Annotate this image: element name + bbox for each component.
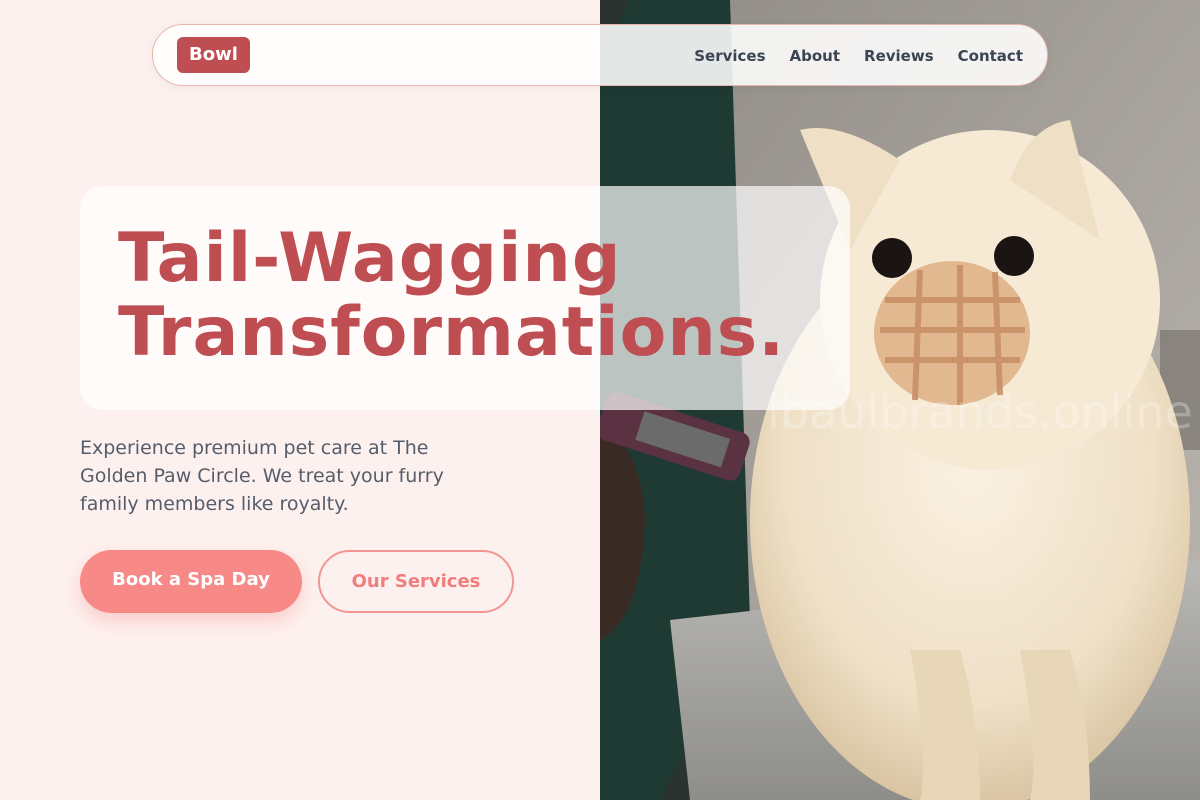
nav-link-about[interactable]: About	[790, 47, 841, 65]
nav-link-services[interactable]: Services	[694, 47, 765, 65]
hero-title: Tail-Wagging Transformations.	[118, 222, 785, 370]
book-spa-day-button[interactable]: Book a Spa Day	[80, 550, 302, 613]
nav-link-contact[interactable]: Contact	[958, 47, 1023, 65]
nav-link-reviews[interactable]: Reviews	[864, 47, 934, 65]
nav-links: Services About Reviews Contact	[694, 25, 1023, 87]
hero-title-line-1: Tail-Wagging	[118, 219, 622, 298]
brand-logo[interactable]: Bowl	[177, 37, 250, 73]
hero-subtitle: Experience premium pet care at The Golde…	[80, 437, 444, 515]
top-navigation: Bowl Services About Reviews Contact	[152, 24, 1048, 86]
hero-title-line-2: Transformations.	[118, 293, 786, 372]
our-services-button[interactable]: Our Services	[318, 550, 514, 613]
